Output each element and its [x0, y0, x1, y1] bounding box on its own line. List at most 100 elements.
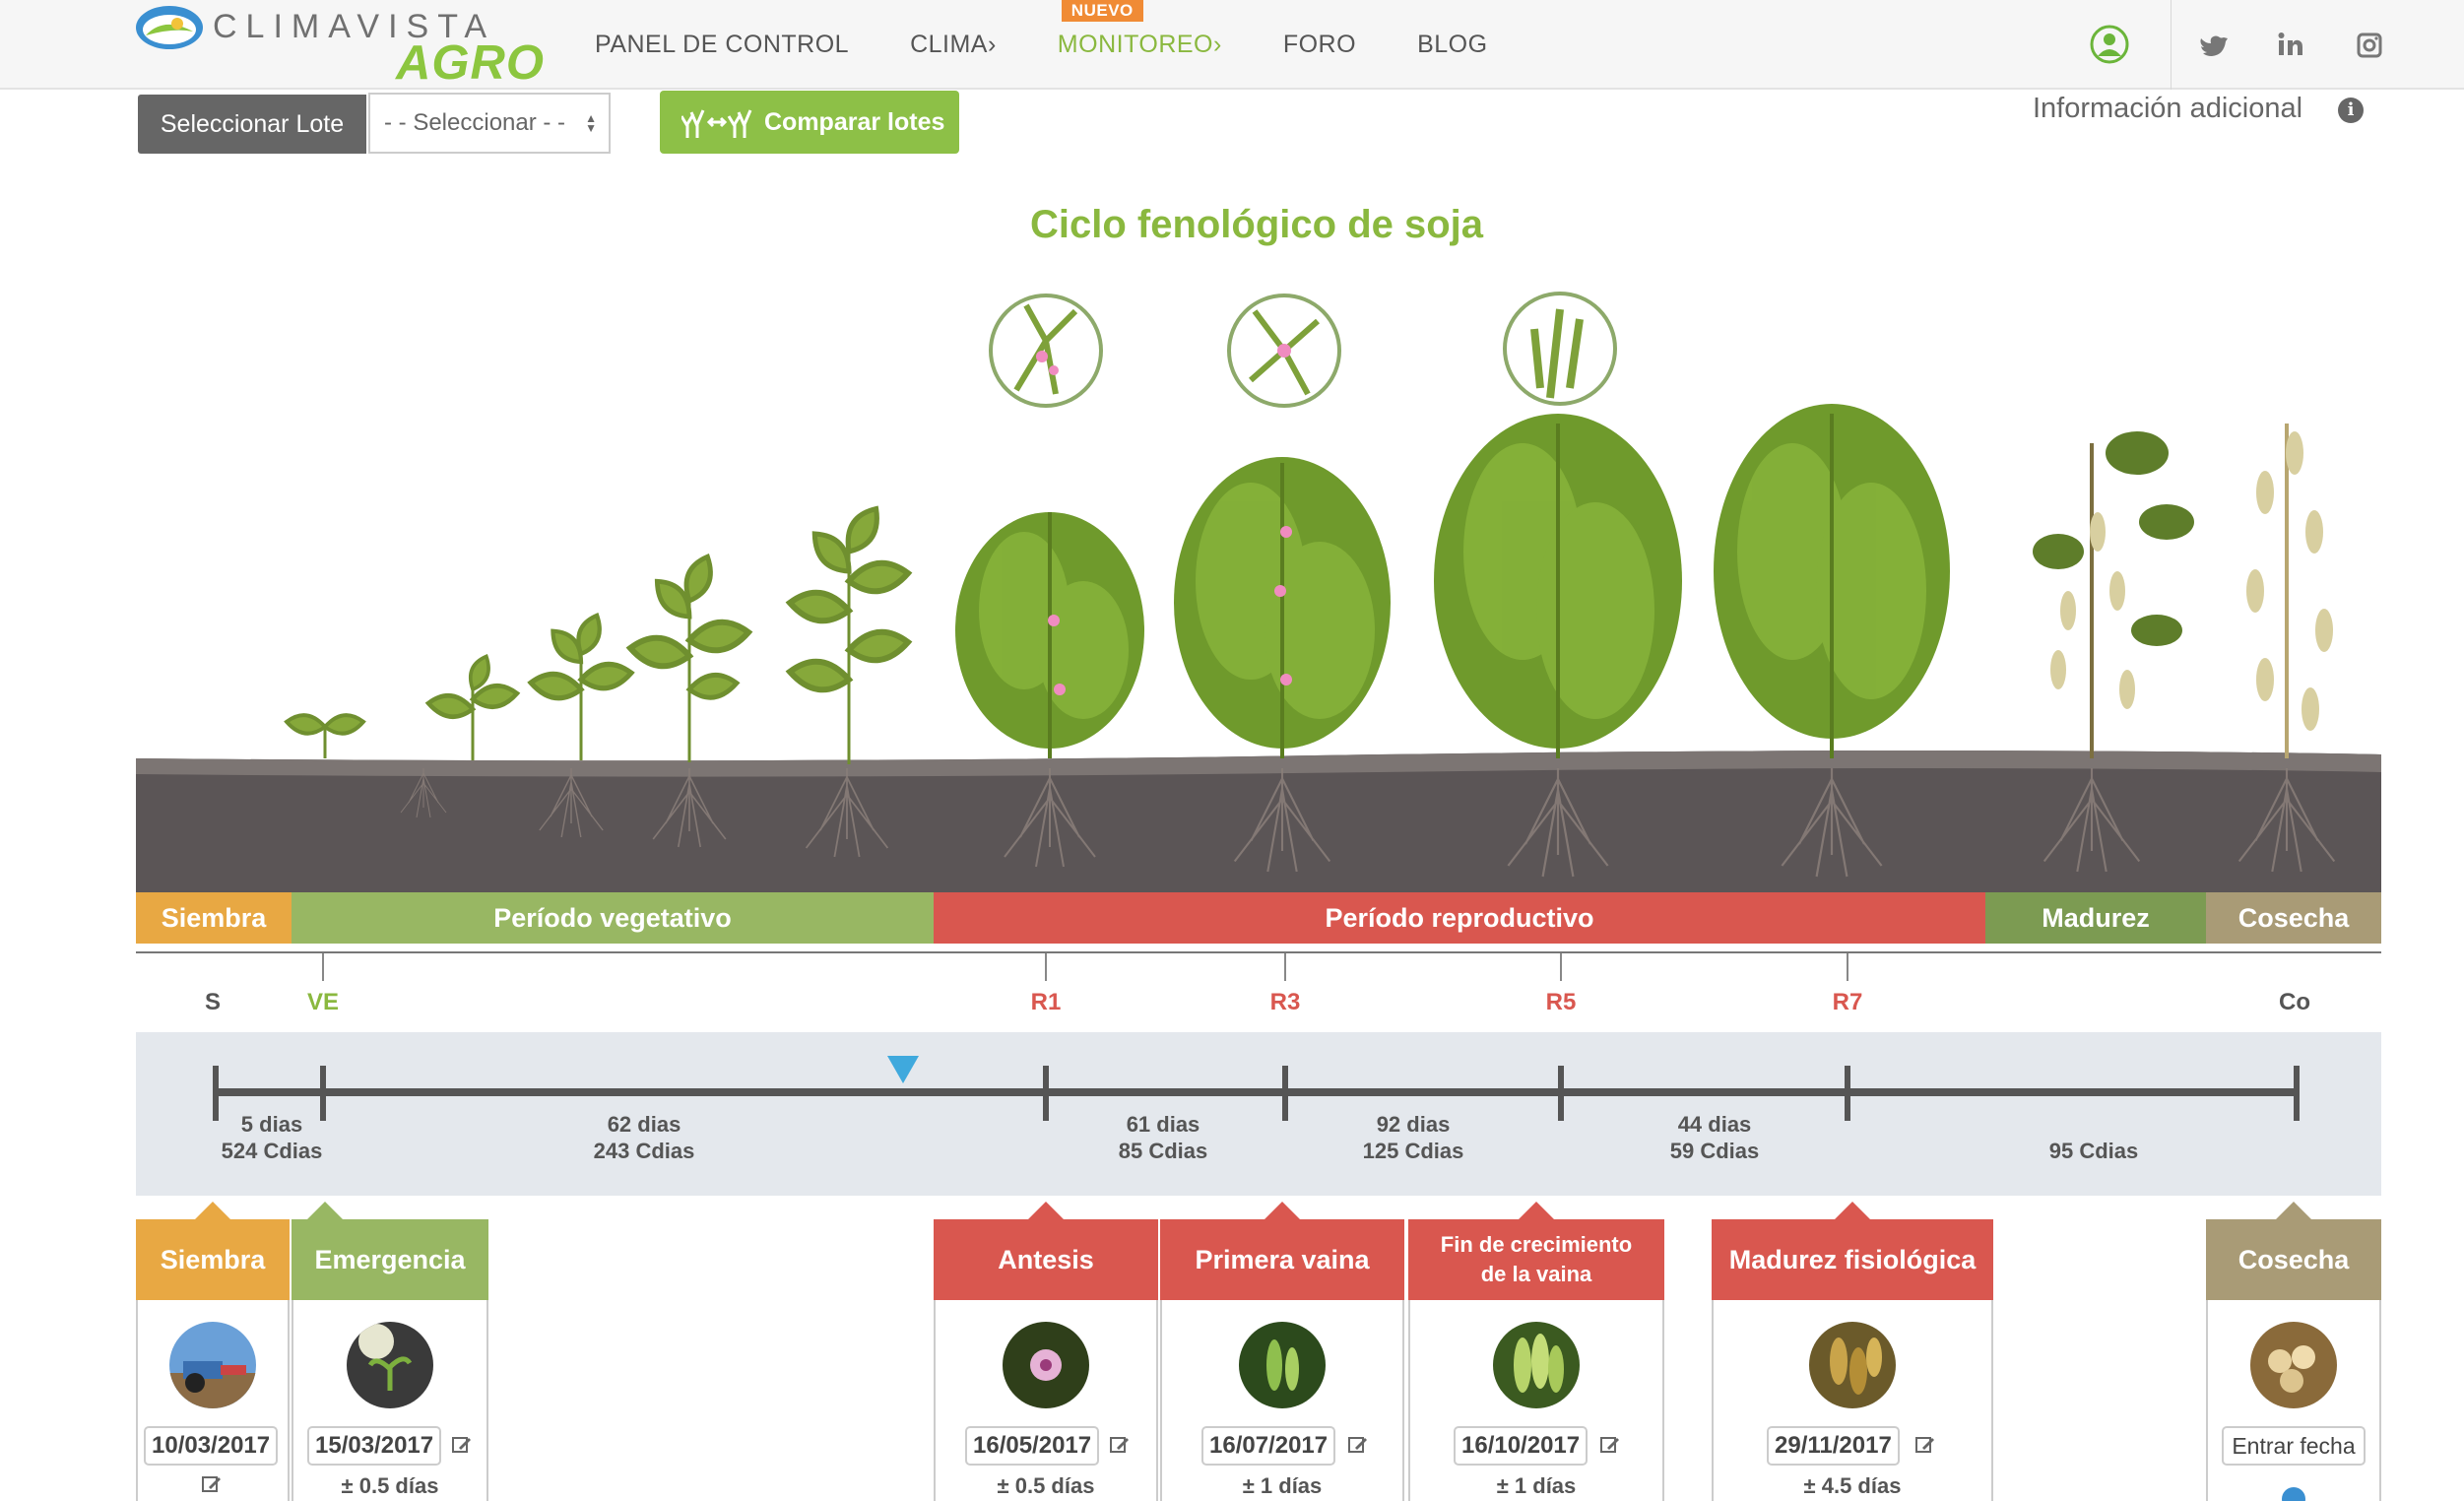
segment-days: 44 dias: [1677, 1112, 1752, 1137]
date-emergencia[interactable]: 15/03/2017: [307, 1426, 442, 1466]
stage-card-madurez-fisiologica: Madurez fisiológica 29/11/2017 ± 4.5 día…: [1712, 1202, 1993, 1501]
help-icon[interactable]: [2282, 1487, 2305, 1501]
stage-card-emergencia: Emergencia 15/03/2017 ± 0.5 días: [292, 1202, 488, 1501]
twitter-icon[interactable]: [2194, 26, 2234, 65]
additional-info-link[interactable]: Información adicional: [2033, 93, 2302, 125]
edit-icon[interactable]: [1599, 1434, 1621, 1456]
vegetative-plants: [285, 503, 908, 764]
segment-cdias: 59 Cdias: [1669, 1139, 1760, 1163]
pods-photo: [1493, 1322, 1580, 1408]
date-tolerance: ± 0.5 días: [997, 1473, 1095, 1498]
nav-label: BLOG: [1417, 31, 1488, 58]
seedling-photo: [347, 1322, 433, 1408]
lote-select-value: - - Seleccionar - -: [384, 109, 566, 136]
date-fin-crecimiento[interactable]: 16/10/2017: [1454, 1426, 1589, 1466]
card-title: Antesis: [998, 1245, 1094, 1274]
card-arrow: [1519, 1202, 1554, 1219]
date-tolerance: ± 1 días: [1496, 1473, 1577, 1498]
card-title: Emergencia: [314, 1245, 466, 1274]
soybean-growth-illustration: [136, 292, 2381, 892]
segment-days: 61 dias: [1126, 1112, 1200, 1137]
nav-blog[interactable]: BLOG: [1417, 0, 1487, 90]
timeline-segment: 62 dias 243 Cdias: [594, 1111, 695, 1164]
timeline-line: [215, 1088, 2299, 1096]
period-bar: Siembra Período vegetativo Período repro…: [136, 892, 2381, 944]
nav-foro[interactable]: FORO: [1283, 0, 1356, 90]
stage-tick-ve: [322, 953, 324, 981]
timeline-segment: 44 dias 59 Cdias: [1670, 1111, 1760, 1164]
timeline-segment: 95 Cdias: [2049, 1138, 2139, 1164]
stage-label-r7: R7: [1832, 989, 1863, 1015]
card-header: Madurez fisiológica: [1712, 1202, 1993, 1300]
flower-photo: [1003, 1322, 1089, 1408]
mature-plants: [2033, 424, 2333, 758]
linkedin-icon[interactable]: [2271, 26, 2310, 65]
period-cosecha: Cosecha: [2206, 892, 2381, 944]
segment-days: 92 dias: [1376, 1112, 1451, 1137]
edit-icon[interactable]: [201, 1473, 223, 1495]
date-siembra[interactable]: 10/03/2017: [144, 1426, 279, 1466]
nav-label: CLIMA›: [910, 31, 997, 58]
timeline-tick: [1845, 1066, 1850, 1121]
select-lote-button[interactable]: Seleccionar Lote: [138, 95, 366, 154]
timeline-tick: [1043, 1066, 1049, 1121]
date-tolerance: ± 1 días: [1242, 1473, 1323, 1498]
nav-divider: [2171, 0, 2172, 90]
current-date-marker[interactable]: [887, 1056, 919, 1083]
date-madurez-fisiologica[interactable]: 29/11/2017: [1767, 1426, 1900, 1466]
timeline-segment: 61 dias 85 Cdias: [1119, 1111, 1208, 1164]
compare-lots-label: Comparar lotes: [764, 108, 945, 136]
compare-lots-button[interactable]: Comparar lotes: [660, 91, 959, 154]
nav-label: PANEL DE CONTROL: [595, 31, 850, 58]
stage-card-cosecha: Cosecha Entrar fecha: [2206, 1202, 2381, 1501]
logo-text-agro: AGRO: [396, 36, 545, 90]
nav-monitoreo[interactable]: NUEVO MONITOREO›: [1058, 0, 1222, 90]
stage-card-siembra: Siembra 10/03/2017: [136, 1202, 290, 1501]
segment-cdias: 243 Cdias: [593, 1139, 695, 1163]
segment-days: 62 dias: [607, 1112, 681, 1137]
edit-icon[interactable]: [1914, 1434, 1936, 1456]
climavista-logo[interactable]: CLIMAVISTA AGRO: [134, 0, 544, 90]
top-navbar: CLIMAVISTA AGRO PANEL DE CONTROL CLIMA› …: [0, 0, 2464, 90]
edit-icon[interactable]: [451, 1434, 473, 1456]
instagram-icon[interactable]: [2350, 26, 2389, 65]
stage-tick-r3: [1284, 953, 1286, 981]
logo-cloud-icon: [136, 6, 203, 49]
beans-photo: [2250, 1322, 2337, 1408]
edit-icon[interactable]: [1109, 1434, 1131, 1456]
date-primera-vaina[interactable]: 16/07/2017: [1201, 1426, 1336, 1466]
edit-icon[interactable]: [1347, 1434, 1369, 1456]
card-arrow: [1028, 1202, 1064, 1219]
info-icon[interactable]: i: [2338, 98, 2364, 123]
card-arrow: [2276, 1202, 2311, 1219]
card-arrow: [1264, 1202, 1300, 1219]
stage-label-r3: R3: [1269, 989, 1301, 1015]
date-tolerance: ± 4.5 días: [1803, 1473, 1902, 1498]
user-icon[interactable]: [2090, 25, 2129, 64]
stage-card-antesis: Antesis 16/05/2017 ± 0.5 días: [934, 1202, 1158, 1501]
date-antesis[interactable]: 16/05/2017: [965, 1426, 1100, 1466]
card-header: Antesis: [934, 1202, 1158, 1300]
stage-card-primera-vaina: Primera vaina 16/07/2017 ± 1 días: [1160, 1202, 1404, 1501]
date-tolerance: ± 0.5 días: [341, 1473, 439, 1498]
period-siembra: Siembra: [136, 892, 292, 944]
zoom-circles: [989, 292, 1617, 408]
lote-select[interactable]: - - Seleccionar - - ▲ ▼: [368, 93, 611, 154]
nav-panel-de-control[interactable]: PANEL DE CONTROL: [595, 0, 849, 90]
enter-date-button[interactable]: Entrar fecha: [2222, 1426, 2366, 1466]
period-vegetativo: Período vegetativo: [292, 892, 934, 944]
nav-clima[interactable]: CLIMA›: [910, 0, 997, 90]
card-title: Madurez fisiológica: [1728, 1245, 1977, 1274]
segment-cdias: 524 Cdias: [221, 1139, 323, 1163]
stage-label-r5: R5: [1545, 989, 1577, 1015]
stage-label-ve: VE: [306, 989, 339, 1015]
timeline-tick: [2294, 1066, 2300, 1121]
pod-photo: [1239, 1322, 1326, 1408]
card-header: Fin de crecimiento de la vaina: [1408, 1202, 1664, 1300]
tractor-photo: [169, 1322, 256, 1408]
stage-label-co: Co: [2279, 989, 2310, 1015]
period-madurez: Madurez: [1985, 892, 2206, 944]
card-title: Primera vaina: [1195, 1245, 1370, 1274]
nav-label: FORO: [1282, 31, 1357, 58]
stage-tick-r7: [1847, 953, 1848, 981]
